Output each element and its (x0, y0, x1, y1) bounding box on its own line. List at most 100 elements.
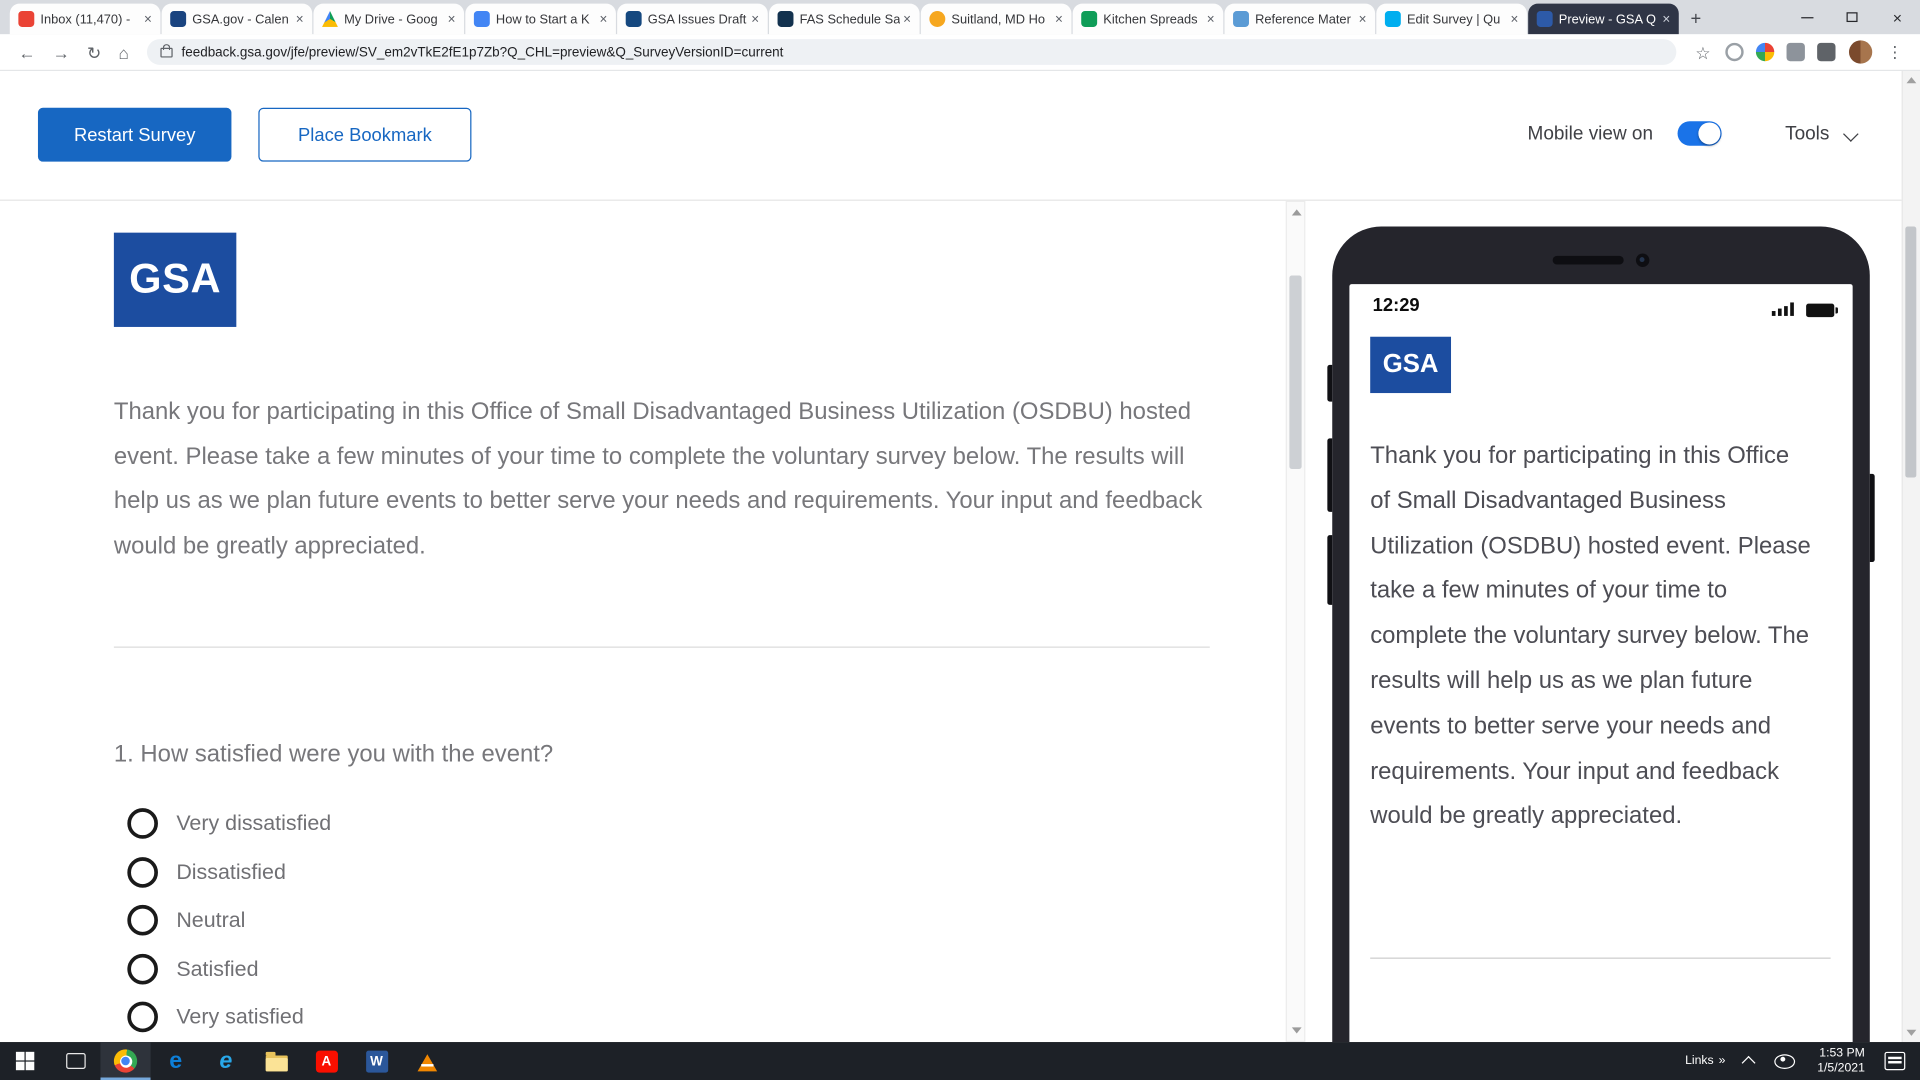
tab-reference-materials[interactable]: Reference Mater × (1224, 4, 1375, 35)
url-text: feedback.gsa.gov/jfe/preview/SV_em2vTkE2… (181, 45, 783, 60)
phone-screen: 12:29 GSA Thank you for participating in… (1349, 284, 1852, 1042)
radio-option[interactable]: Satisfied (127, 945, 331, 993)
radio-option[interactable]: Dissatisfied (127, 848, 331, 896)
radio-option[interactable]: Very dissatisfied (127, 800, 331, 848)
radio-option[interactable]: Neutral (127, 896, 331, 944)
fas-icon (778, 11, 794, 27)
radio-button[interactable] (127, 857, 158, 888)
restart-survey-button[interactable]: Restart Survey (38, 108, 231, 162)
tab-title: FAS Schedule Sa (800, 12, 900, 27)
maximize-button[interactable] (1829, 0, 1874, 34)
survey-intro-text: Thank you for participating in this Offi… (114, 389, 1212, 568)
extensions-puzzle-icon[interactable] (1817, 43, 1835, 61)
tab-close-icon[interactable]: × (751, 12, 759, 27)
taskbar-acrobat[interactable] (301, 1042, 351, 1080)
phone-side-button (1327, 438, 1332, 511)
taskbar-clock[interactable]: 1:53 PM 1/5/2021 (1817, 1046, 1865, 1075)
radio-button[interactable] (127, 954, 158, 985)
tab-fas-schedule[interactable]: FAS Schedule Sa × (769, 4, 920, 35)
taskbar-vlc[interactable] (402, 1042, 452, 1080)
back-icon[interactable]: ← (18, 43, 35, 60)
tab-preview-gsa[interactable]: Preview - GSA Q × (1528, 4, 1679, 35)
show-hidden-icons-chevron[interactable] (1742, 1056, 1756, 1070)
close-window-button[interactable]: × (1875, 0, 1920, 34)
tab-close-icon[interactable]: × (903, 12, 911, 27)
forward-icon[interactable]: → (53, 43, 70, 60)
place-bookmark-button[interactable]: Place Bookmark (258, 108, 471, 162)
taskbar-file-explorer[interactable] (251, 1042, 301, 1080)
tab-how-to-start[interactable]: How to Start a K × (465, 4, 616, 35)
refresh-icon[interactable]: ↻ (87, 43, 101, 60)
radio-button[interactable] (127, 808, 158, 839)
radio-label: Dissatisfied (176, 859, 286, 885)
tab-suitland-weather[interactable]: Suitland, MD Ho × (921, 4, 1072, 35)
windows-taskbar: Links 1:53 PM 1/5/2021 (0, 1042, 1920, 1080)
radio-option[interactable]: Very satisfied (127, 993, 331, 1041)
vlc-icon (417, 1054, 437, 1071)
battery-icon (1806, 304, 1834, 317)
tab-close-icon[interactable]: × (296, 12, 304, 27)
profile-avatar[interactable] (1849, 40, 1872, 63)
action-center-icon[interactable] (1884, 1052, 1905, 1070)
header-divider (0, 200, 1902, 201)
taskbar-internet-explorer[interactable] (201, 1042, 251, 1080)
gsa-calendar-icon (170, 11, 186, 27)
tab-close-icon[interactable]: × (599, 12, 607, 27)
scroll-down-icon[interactable] (1291, 1027, 1301, 1033)
tab-close-icon[interactable]: × (1510, 12, 1518, 27)
tab-close-icon[interactable]: × (1662, 12, 1670, 27)
extension-icon[interactable] (1756, 43, 1774, 61)
eye-icon[interactable] (1774, 1054, 1795, 1069)
new-tab-button[interactable]: + (1680, 4, 1712, 35)
tab-title: GSA.gov - Calen (192, 12, 292, 27)
task-view-button[interactable] (50, 1042, 100, 1080)
radio-button[interactable] (127, 905, 158, 936)
tab-my-drive[interactable]: My Drive - Goog × (313, 4, 464, 35)
links-toolbar[interactable]: Links (1685, 1054, 1725, 1067)
tab-close-icon[interactable]: × (144, 12, 152, 27)
extension-icon[interactable] (1787, 43, 1805, 61)
menu-icon[interactable]: ⋮ (1887, 42, 1903, 62)
url-bar[interactable]: feedback.gsa.gov/jfe/preview/SV_em2vTkE2… (147, 39, 1677, 65)
tab-close-icon[interactable]: × (1359, 12, 1367, 27)
bookmark-star-icon[interactable]: ☆ (1695, 43, 1710, 60)
taskbar-word[interactable] (351, 1042, 401, 1080)
tab-title: GSA Issues Draft (648, 12, 748, 27)
chrome-icon (114, 1049, 137, 1072)
mobile-view-label: Mobile view on (1528, 124, 1654, 146)
chevron-down-icon[interactable] (1843, 126, 1859, 142)
minimize-icon (1801, 17, 1813, 18)
page-scrollbar[interactable] (1902, 71, 1920, 1042)
page-content: Restart Survey Place Bookmark Mobile vie… (0, 71, 1920, 1042)
scroll-up-icon[interactable] (1291, 209, 1301, 215)
radio-label: Very satisfied (176, 1004, 303, 1030)
tab-edit-survey[interactable]: Edit Survey | Qu × (1376, 4, 1527, 35)
radio-button[interactable] (127, 1002, 158, 1033)
tab-close-icon[interactable]: × (1207, 12, 1215, 27)
taskbar-edge[interactable] (151, 1042, 201, 1080)
minimize-button[interactable] (1784, 0, 1829, 34)
weather-icon (929, 11, 945, 27)
reference-icon (1233, 11, 1249, 27)
scrollbar-thumb[interactable] (1905, 227, 1916, 478)
survey-divider (114, 647, 1210, 648)
extension-icon[interactable] (1725, 43, 1743, 61)
tab-title: Kitchen Spreads (1103, 12, 1203, 27)
tab-inbox[interactable]: Inbox (11,470) - × (10, 4, 161, 35)
home-icon[interactable]: ⌂ (118, 43, 128, 60)
mobile-view-toggle[interactable] (1678, 121, 1722, 145)
survey-scrollbar[interactable] (1286, 201, 1306, 1042)
qualtrics-icon (1385, 11, 1401, 27)
scroll-up-icon[interactable] (1907, 77, 1917, 83)
tab-close-icon[interactable]: × (1055, 12, 1063, 27)
tab-gsa-calendar[interactable]: GSA.gov - Calen × (162, 4, 313, 35)
taskbar-chrome[interactable] (100, 1042, 150, 1080)
radio-label: Very dissatisfied (176, 811, 331, 837)
scroll-down-icon[interactable] (1907, 1030, 1917, 1036)
tab-close-icon[interactable]: × (448, 12, 456, 27)
tools-menu[interactable]: Tools (1785, 124, 1829, 146)
start-button[interactable] (0, 1042, 50, 1080)
tab-gsa-issues[interactable]: GSA Issues Draft × (617, 4, 768, 35)
tab-kitchen-spreadsheet[interactable]: Kitchen Spreads × (1073, 4, 1224, 35)
scrollbar-thumb[interactable] (1289, 276, 1301, 469)
